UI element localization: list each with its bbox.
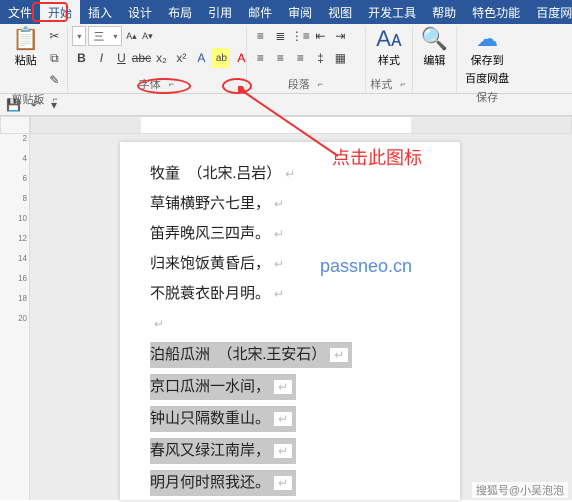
tab-help[interactable]: 帮助 [424, 0, 464, 24]
tab-view[interactable]: 视图 [320, 0, 360, 24]
document-page[interactable]: 牧童 （北宋.吕岩）↵ 草铺横野六七里，↵ 笛弄晚风三四声。↵ 归来饱饭黄昏后，… [120, 142, 460, 500]
underline-button[interactable]: U [112, 48, 130, 68]
align-center-button[interactable]: ≡ [271, 48, 289, 68]
cut-button[interactable]: ✂ [45, 26, 63, 46]
ribbon: 📋 粘贴 ✂ ⧉ ✎ 剪贴板 ⌐ ▾ 三 ▾ [0, 24, 572, 94]
editing-label: 编辑 [423, 52, 445, 68]
poem2-line: 钟山只隔数重山。↵ [150, 406, 296, 432]
italic-button[interactable]: I [92, 48, 110, 68]
tab-mailings[interactable]: 邮件 [240, 0, 280, 24]
paste-button[interactable]: 📋 粘贴 [8, 26, 43, 70]
tab-layout[interactable]: 布局 [160, 0, 200, 24]
line-spacing-button[interactable]: ‡ [311, 48, 329, 68]
poem1-line: 笛弄晚风三四声。↵ [150, 222, 430, 246]
cloud-save-icon: ☁ [476, 28, 498, 50]
selected-text-block: 泊船瓜洲 （北宋.王安石）↵ 京口瓜洲一水间，↵ 钟山只隔数重山。↵ 春风又绿江… [150, 342, 430, 502]
save-top-label: 保存到 [471, 52, 504, 68]
shrink-font-button[interactable]: A▾ [140, 26, 154, 46]
tab-design[interactable]: 设计 [120, 0, 160, 24]
poem2-title: 泊船瓜洲 （北宋.王安石）↵ [150, 342, 352, 368]
multilevel-list-button[interactable]: ⋮≡ [291, 26, 309, 46]
poem1-line: 草铺横野六七里，↵ [150, 192, 430, 216]
group-save: ☁ 保存到 百度网盘 保存 [457, 26, 517, 93]
ruler-corner [0, 116, 30, 134]
clipboard-dialog-launcher[interactable]: ⌐ [51, 94, 60, 104]
styles-label: 样式 [378, 52, 400, 68]
tab-insert[interactable]: 插入 [80, 0, 120, 24]
annotation-text: 点击此图标 [332, 144, 422, 170]
styles-dialog-launcher[interactable]: ⌐ [398, 79, 407, 89]
chevron-down-icon: ▾ [77, 32, 81, 41]
superscript-button[interactable]: x² [172, 48, 190, 68]
watermark-text: passneo.cn [320, 256, 412, 277]
tab-developer[interactable]: 开发工具 [360, 0, 424, 24]
grow-font-button[interactable]: A▴ [124, 26, 138, 46]
group-clipboard: 📋 粘贴 ✂ ⧉ ✎ 剪贴板 ⌐ [4, 26, 68, 93]
empty-para: ↵ [150, 312, 430, 336]
footer-credit: 搜狐号@小吴泡泡 [472, 482, 568, 498]
bold-button[interactable]: B [72, 48, 90, 68]
poem2-line: 春风又绿江南岸，↵ [150, 438, 296, 464]
align-right-button[interactable]: ≡ [291, 48, 309, 68]
font-group-label: 字体 [139, 76, 161, 92]
increase-indent-button[interactable]: ⇥ [331, 26, 349, 46]
tab-home[interactable]: 开始 [40, 0, 80, 24]
menu-tab-bar: 文件 开始 插入 设计 布局 引用 邮件 审阅 视图 开发工具 帮助 特色功能 … [0, 0, 572, 24]
poem2-line: 京口瓜洲一水间，↵ [150, 374, 296, 400]
text-effects-button[interactable]: A [192, 48, 210, 68]
chevron-down-icon: ▾ [113, 32, 117, 41]
clipboard-group-label: 剪贴板 [12, 91, 45, 107]
tab-file[interactable]: 文件 [0, 0, 40, 24]
vertical-ruler[interactable]: 246810 1214161820 [0, 134, 30, 500]
find-icon: 🔍 [421, 28, 448, 50]
paste-icon: 📋 [12, 28, 39, 50]
tab-special[interactable]: 特色功能 [464, 0, 528, 24]
group-font: ▾ 三 ▾ A▴ A▾ B I U abc x₂ x² A ab A [68, 26, 247, 93]
editing-button[interactable]: 🔍 编辑 [417, 26, 452, 70]
save-baidu-button[interactable]: ☁ 保存到 百度网盘 [461, 26, 513, 88]
font-dialog-launcher[interactable]: ⌐ [167, 79, 176, 89]
subscript-button[interactable]: x₂ [152, 48, 170, 68]
save-group-label: 保存 [476, 89, 498, 105]
paragraph-dialog-launcher[interactable]: ⌐ [316, 79, 325, 89]
styles-button[interactable]: Aᴀ 样式 [372, 26, 406, 70]
styles-group-label: 样式 [370, 76, 392, 92]
tab-baidu[interactable]: 百度网盘 [528, 0, 572, 24]
group-styles: Aᴀ 样式 样式 ⌐ [366, 26, 412, 93]
tab-references[interactable]: 引用 [200, 0, 240, 24]
horizontal-ruler-area [0, 116, 572, 134]
styles-icon: Aᴀ [376, 28, 402, 50]
group-paragraph: ≡ ≣ ⋮≡ ⇤ ⇥ ≡ ≡ ≡ ‡ ▦ 段落 ⌐ [247, 26, 366, 93]
tab-review[interactable]: 审阅 [280, 0, 320, 24]
align-left-button[interactable]: ≡ [251, 48, 269, 68]
font-size-value: 三 [93, 28, 104, 44]
poem1-line: 不脱蓑衣卧月明。↵ [150, 282, 430, 306]
font-name-combo[interactable]: ▾ [72, 26, 86, 46]
decrease-indent-button[interactable]: ⇤ [311, 26, 329, 46]
document-area: 246810 1214161820 牧童 （北宋.吕岩）↵ 草铺横野六七里，↵ … [0, 134, 572, 500]
paragraph-group-label: 段落 [288, 76, 310, 92]
format-painter-button[interactable]: ✎ [45, 70, 63, 90]
font-size-combo[interactable]: 三 ▾ [88, 26, 122, 46]
save-bottom-label: 百度网盘 [465, 70, 509, 86]
copy-button[interactable]: ⧉ [45, 48, 63, 68]
highlight-button[interactable]: ab [212, 48, 230, 68]
group-editing: 🔍 编辑 [413, 26, 457, 93]
poem2-line: 明月何时照我还。↵ [150, 470, 296, 496]
shading-button[interactable]: ▦ [331, 48, 349, 68]
numbering-button[interactable]: ≣ [271, 26, 289, 46]
paste-label: 粘贴 [15, 52, 37, 68]
bullets-button[interactable]: ≡ [251, 26, 269, 46]
strikethrough-button[interactable]: abc [132, 48, 150, 68]
horizontal-ruler[interactable] [30, 116, 572, 134]
